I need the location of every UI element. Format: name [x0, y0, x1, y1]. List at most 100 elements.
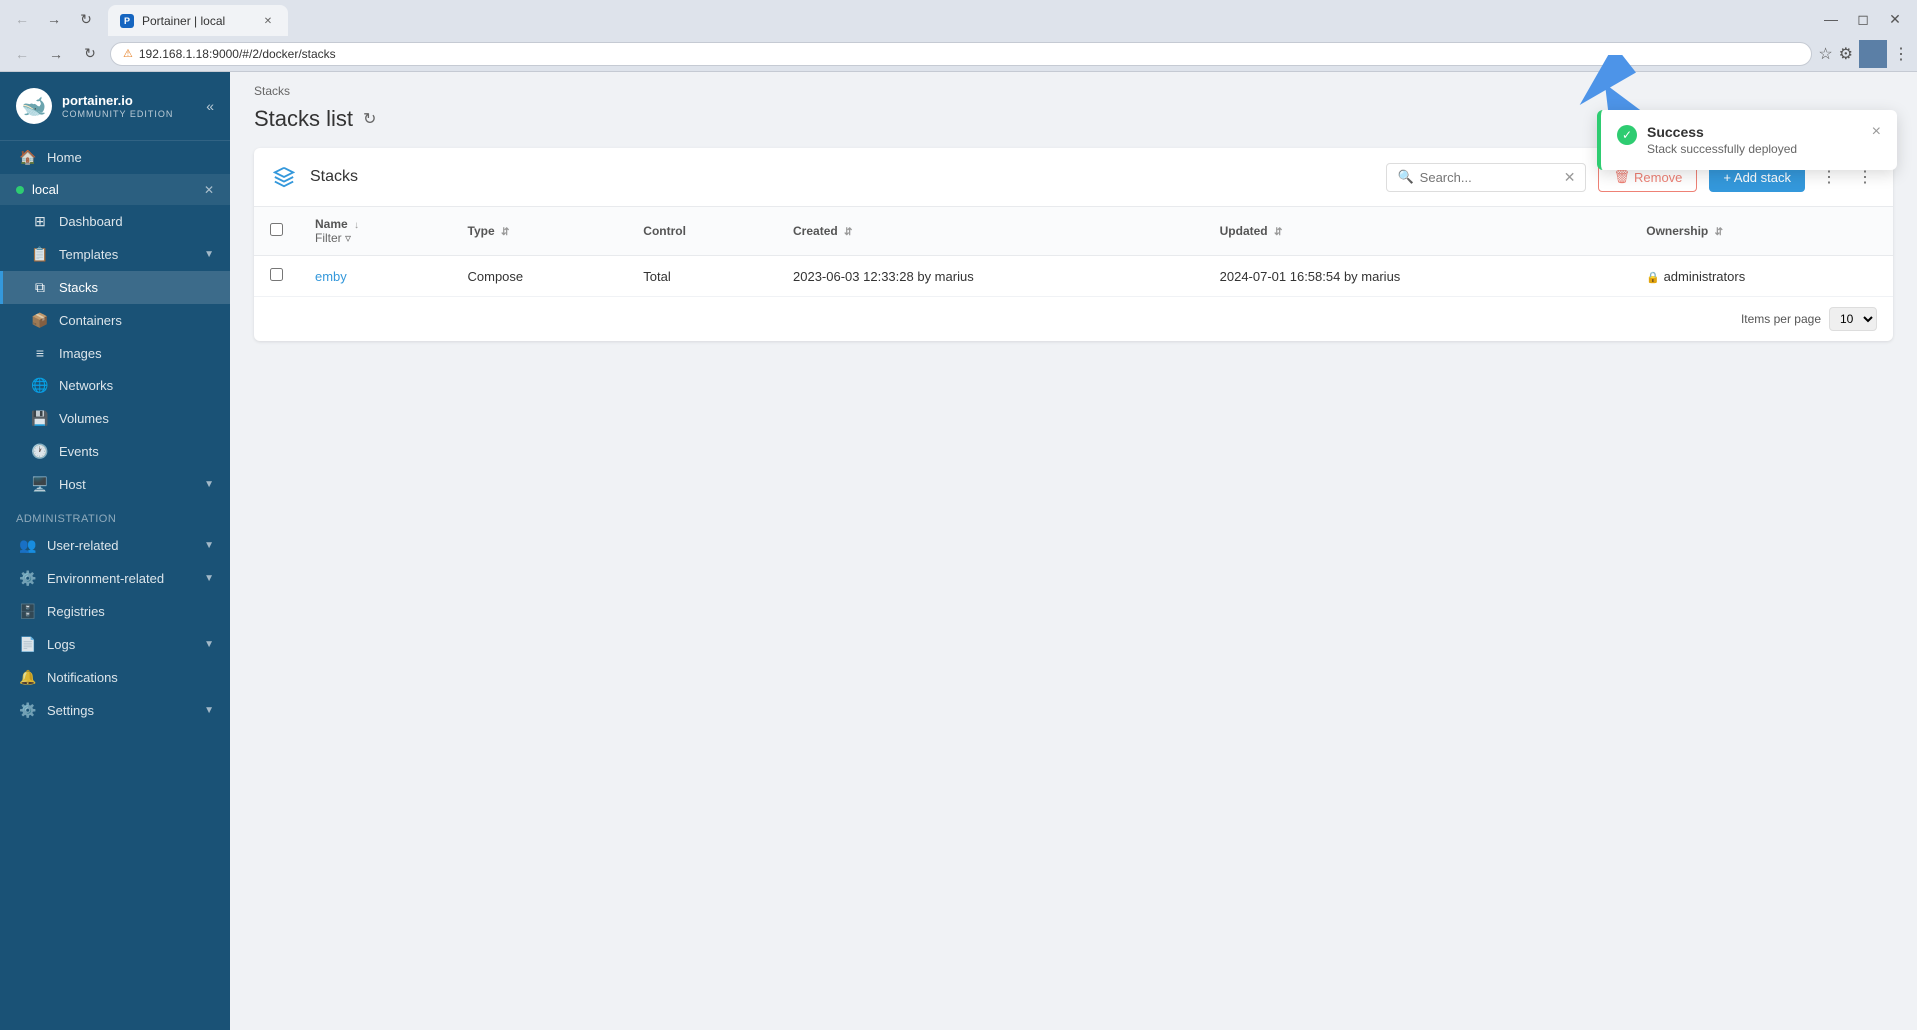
sidebar-item-settings[interactable]: ⚙️ Settings ▼: [0, 694, 230, 727]
notifications-icon: 🔔: [19, 669, 37, 686]
sidebar-item-notifications[interactable]: 🔔 Notifications: [0, 661, 230, 694]
main-content: Stacks Stacks list ↻ Stacks 🔍 ✕: [230, 72, 1917, 1030]
minimize-button[interactable]: —: [1817, 5, 1845, 33]
sidebar-env-close[interactable]: ✕: [204, 183, 214, 197]
sidebar-item-environment-related[interactable]: ⚙️ Environment-related ▼: [0, 562, 230, 595]
col-created: Created ⇵: [777, 207, 1204, 256]
col-control: Control: [627, 207, 777, 256]
nav-back-button[interactable]: ←: [8, 40, 36, 68]
sidebar-item-networks[interactable]: 🌐 Networks: [0, 369, 230, 402]
stacks-table: Name ↓ Filter ▿ Type ⇵ Control Created: [254, 207, 1893, 297]
sidebar-label-images: Images: [59, 346, 102, 361]
forward-button[interactable]: →: [40, 5, 68, 33]
sidebar-env-label: local: [32, 182, 196, 197]
sidebar-label-templates: Templates: [59, 247, 118, 262]
toast-message: Stack successfully deployed: [1647, 142, 1862, 156]
logo-icon: 🐋: [16, 88, 52, 124]
col-name: Name ↓ Filter ▿: [299, 207, 452, 256]
home-icon: 🏠: [19, 149, 37, 166]
sidebar-label-events: Events: [59, 444, 99, 459]
sidebar-item-containers[interactable]: 📦 Containers: [0, 304, 230, 337]
templates-icon: 📋: [31, 246, 49, 263]
environment-related-icon: ⚙️: [19, 570, 37, 587]
card-title: Stacks: [310, 168, 1374, 186]
active-tab[interactable]: P Portainer | local ✕: [108, 5, 288, 37]
back-button[interactable]: ←: [8, 5, 36, 33]
card-stacks-icon: [270, 163, 298, 191]
sidebar: 🐋 portainer.io COMMUNITY EDITION « 🏠 Hom…: [0, 72, 230, 1030]
toast-success-icon: ✓: [1617, 125, 1637, 145]
sidebar-item-events[interactable]: 🕐 Events: [0, 435, 230, 468]
sidebar-item-logs[interactable]: 📄 Logs ▼: [0, 628, 230, 661]
sidebar-label-host: Host: [59, 477, 86, 492]
tab-close-button[interactable]: ✕: [260, 13, 276, 29]
per-page-select[interactable]: 10 25 50: [1829, 307, 1877, 331]
sidebar-env-local[interactable]: local ✕: [0, 174, 230, 205]
row-checkbox[interactable]: [270, 268, 283, 281]
sidebar-item-home[interactable]: 🏠 Home: [0, 141, 230, 174]
settings-icon: ⚙️: [19, 702, 37, 719]
environment-related-chevron-icon: ▼: [204, 573, 214, 584]
logo-area: 🐋 portainer.io COMMUNITY EDITION: [16, 88, 173, 124]
nav-reload-button[interactable]: ↻: [76, 40, 104, 68]
sidebar-label-containers: Containers: [59, 313, 122, 328]
trash-icon: 🗑: [1613, 169, 1630, 185]
breadcrumb: Stacks: [230, 72, 1917, 102]
col-updated: Updated ⇵: [1204, 207, 1631, 256]
row-name-cell: emby: [299, 256, 452, 297]
name-filter-button[interactable]: Filter ▿: [315, 231, 351, 245]
reload-button[interactable]: ↻: [72, 5, 100, 33]
search-input[interactable]: [1420, 170, 1558, 185]
row-updated-cell: 2024-07-01 16:58:54 by marius: [1204, 256, 1631, 297]
restore-button[interactable]: ◻: [1849, 5, 1877, 33]
sidebar-item-host[interactable]: 🖥️ Host ▼: [0, 468, 230, 501]
sidebar-item-registries[interactable]: 🗄️ Registries: [0, 595, 230, 628]
browser-controls: ← → ↻: [8, 5, 100, 33]
toast-title: Success: [1647, 124, 1862, 140]
close-window-button[interactable]: ✕: [1881, 5, 1909, 33]
sidebar-item-volumes[interactable]: 💾 Volumes: [0, 402, 230, 435]
sidebar-item-templates[interactable]: 📋 Templates ▼: [0, 238, 230, 271]
extensions-button[interactable]: ⚙: [1839, 44, 1853, 64]
logo-sub: COMMUNITY EDITION: [62, 109, 173, 119]
address-text: 192.168.1.18:9000/#/2/docker/stacks: [139, 47, 336, 61]
table-body: emby Compose Total 2023-06-03 12:33:28 b…: [254, 256, 1893, 297]
select-all-header: [254, 207, 299, 256]
menu-button[interactable]: ⋮: [1893, 44, 1909, 64]
sidebar-label-volumes: Volumes: [59, 411, 109, 426]
sidebar-header: 🐋 portainer.io COMMUNITY EDITION «: [0, 72, 230, 141]
select-all-checkbox[interactable]: [270, 223, 283, 236]
bookmark-button[interactable]: ☆: [1818, 44, 1832, 64]
row-created-cell: 2023-06-03 12:33:28 by marius: [777, 256, 1204, 297]
sidebar-collapse-button[interactable]: «: [206, 98, 214, 114]
host-icon: 🖥️: [31, 476, 49, 493]
toast-close-button[interactable]: ×: [1872, 124, 1881, 140]
browser-top-bar: ← → ↻ P Portainer | local ✕ — ◻ ✕: [0, 0, 1917, 36]
logs-icon: 📄: [19, 636, 37, 653]
stacks-card: Stacks 🔍 ✕ 🗑 Remove + Add stack ⋮ ⋮: [254, 148, 1893, 341]
admin-section-label: Administration: [0, 501, 230, 529]
search-box[interactable]: 🔍 ✕: [1386, 163, 1586, 192]
sidebar-label-networks: Networks: [59, 378, 113, 393]
sidebar-item-user-related[interactable]: 👥 User-related ▼: [0, 529, 230, 562]
profile-avatar[interactable]: [1859, 40, 1887, 68]
stack-name-link[interactable]: emby: [315, 269, 347, 284]
sidebar-item-images[interactable]: ≡ Images: [0, 337, 230, 369]
window-controls: — ◻ ✕: [1817, 5, 1909, 33]
search-clear-button[interactable]: ✕: [1564, 169, 1576, 186]
row-type-cell: Compose: [452, 256, 628, 297]
nav-forward-button[interactable]: →: [42, 40, 70, 68]
sidebar-label-environment-related: Environment-related: [47, 571, 164, 586]
refresh-button[interactable]: ↻: [363, 109, 376, 129]
sidebar-item-dashboard[interactable]: ⊞ Dashboard: [0, 205, 230, 238]
row-control-cell: Total: [627, 256, 777, 297]
tab-title: Portainer | local: [142, 14, 252, 28]
sidebar-label-dashboard: Dashboard: [59, 214, 123, 229]
tab-bar: P Portainer | local ✕: [104, 1, 1813, 37]
networks-icon: 🌐: [31, 377, 49, 394]
host-chevron-icon: ▼: [204, 479, 214, 490]
dashboard-icon: ⊞: [31, 213, 49, 230]
containers-icon: 📦: [31, 312, 49, 329]
sidebar-item-stacks[interactable]: ⧉ Stacks: [0, 271, 230, 304]
registries-icon: 🗄️: [19, 603, 37, 620]
